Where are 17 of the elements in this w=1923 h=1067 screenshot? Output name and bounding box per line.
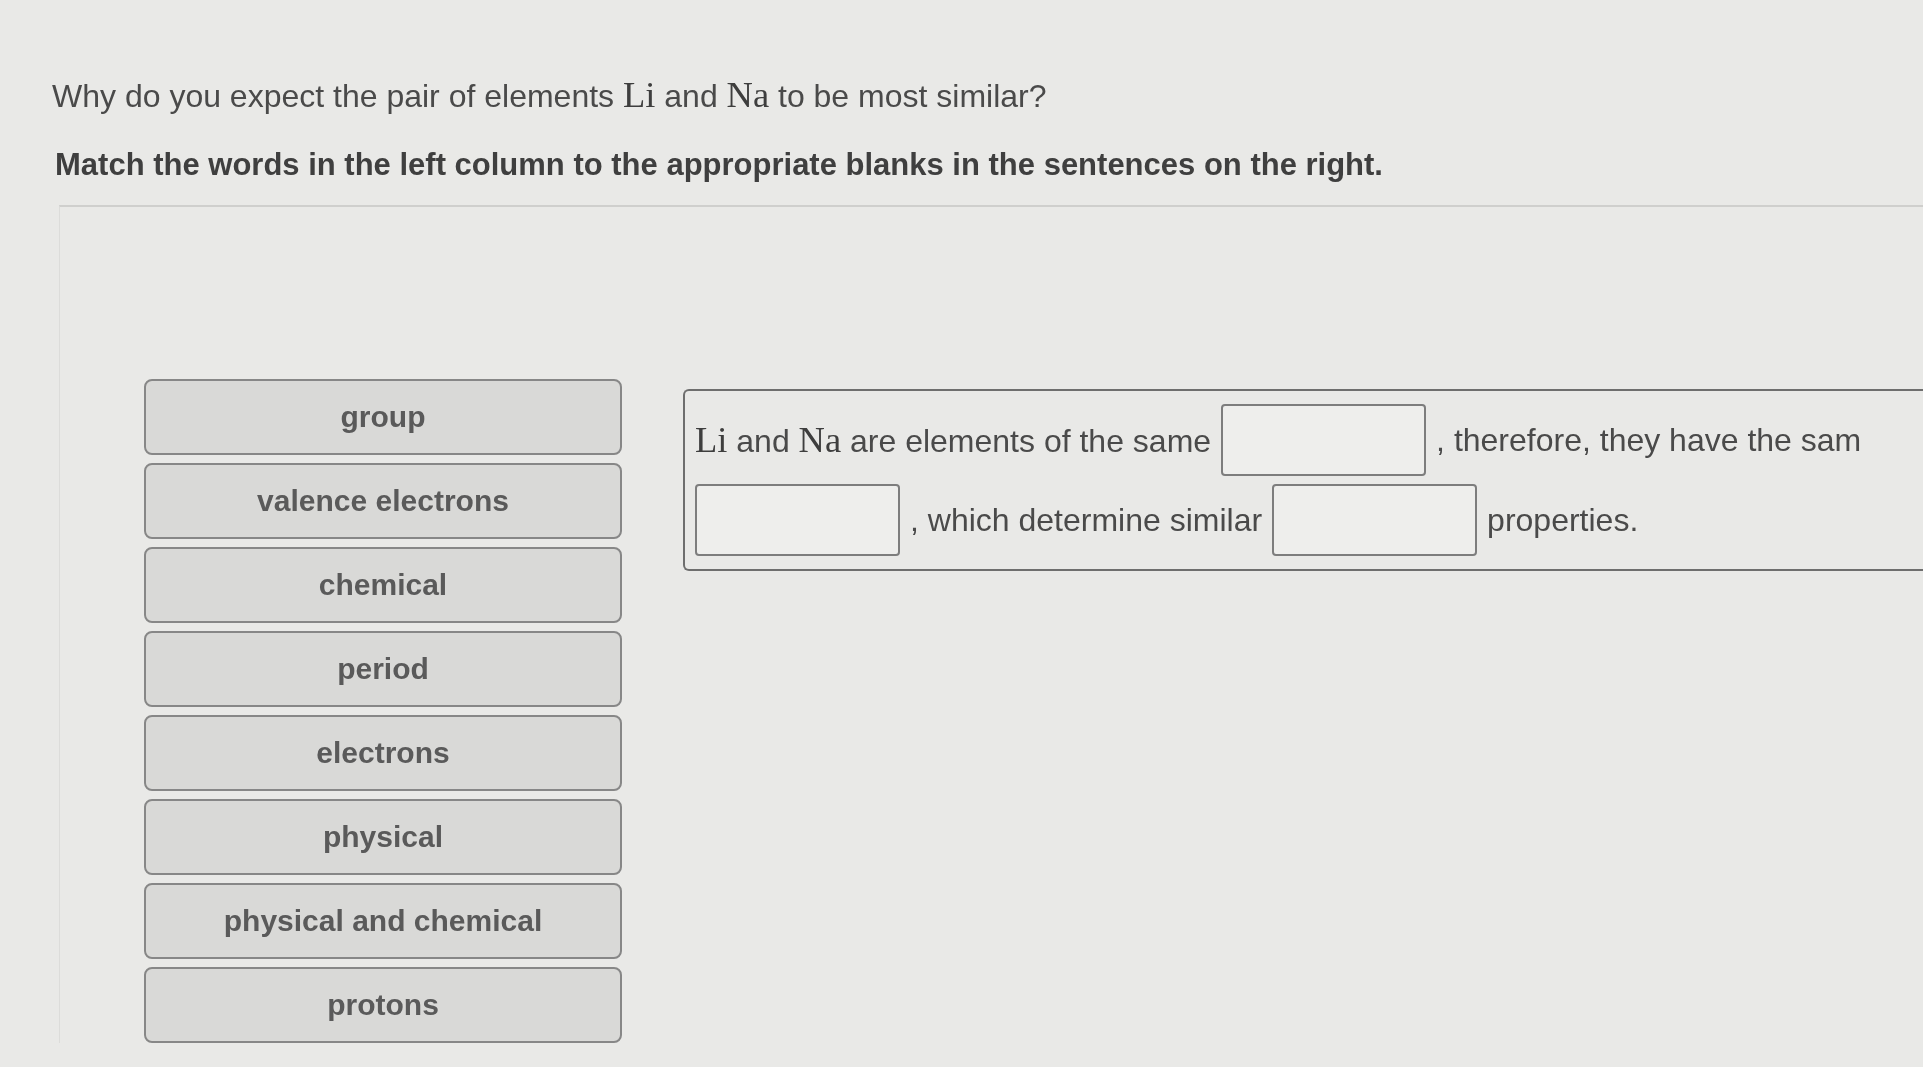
- sentence-text: , which determine similar: [910, 501, 1263, 540]
- question-text: Why do you expect the pair of elements Li and Na to be most similar?: [52, 74, 1047, 117]
- word-tile[interactable]: protons: [144, 967, 622, 1043]
- word-tile[interactable]: group: [144, 379, 622, 455]
- word-tile[interactable]: physical and chemical: [144, 883, 622, 959]
- answer-box[interactable]: [695, 484, 900, 556]
- word-tile[interactable]: valence electrons: [144, 463, 622, 539]
- answer-box[interactable]: [1272, 484, 1478, 556]
- word-tile[interactable]: physical: [144, 799, 622, 875]
- word-tile[interactable]: electrons: [144, 715, 622, 791]
- word-tile[interactable]: chemical: [144, 547, 622, 623]
- word-tile[interactable]: period: [144, 631, 622, 707]
- sentence-text: properties.: [1487, 501, 1639, 540]
- instruction-text: Match the words in the left column to the appropriate blanks in the sentences on the right.: [55, 146, 1383, 184]
- sentence-text: Li and Na are elements of the same: [695, 418, 1212, 462]
- sentence-text: , therefore, they have the sam: [1436, 421, 1862, 460]
- answer-box[interactable]: [1221, 404, 1427, 476]
